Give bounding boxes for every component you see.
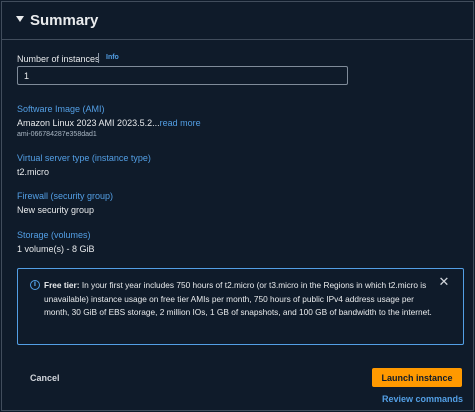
read-more-link[interactable]: read more: [160, 118, 201, 128]
summary-header[interactable]: Summary: [2, 2, 473, 40]
info-divider: [98, 53, 99, 63]
free-tier-alert: i Free tier: In your first year includes…: [17, 268, 464, 345]
launch-instance-button[interactable]: Launch instance: [372, 368, 462, 387]
review-commands-link[interactable]: Review commands: [382, 394, 463, 404]
ami-label[interactable]: Software Image (AMI): [17, 104, 105, 114]
cancel-button[interactable]: Cancel: [30, 373, 60, 383]
close-icon[interactable]: ✕: [438, 276, 450, 289]
summary-title: Summary: [30, 12, 99, 29]
free-tier-text: Free tier: In your first year includes 7…: [44, 279, 434, 320]
storage-label[interactable]: Storage (volumes): [17, 230, 91, 240]
free-tier-heading: Free tier:: [44, 280, 80, 290]
caret-down-icon[interactable]: [16, 16, 24, 22]
instance-type-value: t2.micro: [17, 167, 50, 177]
ami-name: Amazon Linux 2023 AMI 2023.5.2...: [17, 118, 160, 128]
summary-panel: Summary Number of instances Info Softwar…: [1, 1, 474, 411]
instance-type-label[interactable]: Virtual server type (instance type): [17, 153, 151, 163]
ami-value: Amazon Linux 2023 AMI 2023.5.2...read mo…: [17, 118, 201, 128]
firewall-value: New security group: [17, 205, 95, 215]
info-link[interactable]: Info: [106, 54, 119, 61]
firewall-label[interactable]: Firewall (security group): [17, 191, 113, 201]
ami-id: ami-066784287e358dad1: [17, 131, 97, 138]
info-circle-icon: i: [30, 280, 40, 290]
free-tier-body: In your first year includes 750 hours of…: [44, 280, 432, 317]
instances-label: Number of instances: [17, 54, 100, 64]
storage-value: 1 volume(s) - 8 GiB: [17, 244, 95, 254]
instances-input[interactable]: [17, 66, 348, 85]
